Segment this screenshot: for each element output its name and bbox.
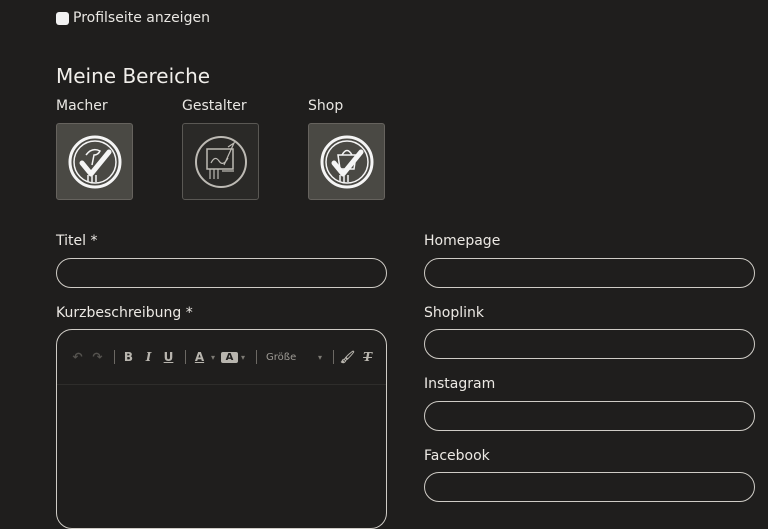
shop-check-icon	[320, 135, 373, 188]
chevron-down-icon[interactable]: ▾	[318, 353, 322, 362]
area-label: Gestalter	[182, 98, 247, 114]
area-maker: Macher	[56, 98, 166, 200]
instagram-label: Instagram	[424, 376, 496, 392]
area-shop: Shop	[308, 98, 418, 200]
background-color-button[interactable]: A	[221, 351, 239, 363]
toolbar-separator	[114, 350, 115, 364]
homepage-input[interactable]	[424, 258, 755, 288]
clear-format-button[interactable]: T	[359, 350, 376, 364]
checkbox-label: Profilseite anzeigen	[73, 10, 210, 26]
area-designer-toggle[interactable]	[182, 123, 259, 200]
chevron-down-icon[interactable]: ▾	[211, 353, 215, 362]
profile-visibility-checkbox[interactable]: Profilseite anzeigen	[56, 10, 210, 26]
maker-check-icon	[68, 135, 121, 188]
toolbar-separator	[333, 350, 335, 364]
editor-toolbar: ↶ ↷ B I U A ▾ A ▾ Größe ▾ 🖌 T	[57, 330, 386, 385]
checkbox-box[interactable]	[56, 11, 69, 25]
title-label: Titel *	[56, 233, 98, 249]
font-color-button[interactable]: A	[191, 350, 208, 364]
area-label: Shop	[308, 98, 344, 114]
designer-icon	[194, 135, 247, 188]
homepage-label: Homepage	[424, 233, 501, 249]
chevron-down-icon[interactable]: ▾	[241, 353, 245, 362]
area-label: Macher	[56, 98, 108, 114]
toolbar-separator	[256, 350, 258, 364]
instagram-input[interactable]	[424, 401, 755, 431]
brush-icon[interactable]: 🖌	[339, 350, 356, 364]
shoplink-label: Shoplink	[424, 305, 484, 321]
toolbar-separator	[185, 350, 186, 364]
facebook-label: Facebook	[424, 448, 490, 464]
facebook-input[interactable]	[424, 472, 755, 502]
font-size-select[interactable]: Größe	[266, 352, 318, 363]
area-shop-toggle[interactable]	[308, 123, 385, 200]
description-editor[interactable]: ↶ ↷ B I U A ▾ A ▾ Größe ▾ 🖌 T	[56, 329, 387, 529]
area-maker-toggle[interactable]	[56, 123, 133, 200]
italic-button[interactable]: I	[140, 350, 157, 364]
shoplink-input[interactable]	[424, 329, 755, 359]
title-input[interactable]	[56, 258, 387, 288]
undo-icon[interactable]: ↶	[69, 350, 86, 364]
redo-icon[interactable]: ↷	[89, 350, 106, 364]
section-title: Meine Bereiche	[56, 64, 211, 88]
area-designer: Gestalter	[182, 98, 292, 200]
description-label: Kurzbeschreibung *	[56, 305, 193, 321]
underline-button[interactable]: U	[160, 350, 177, 364]
bold-button[interactable]: B	[120, 350, 137, 364]
